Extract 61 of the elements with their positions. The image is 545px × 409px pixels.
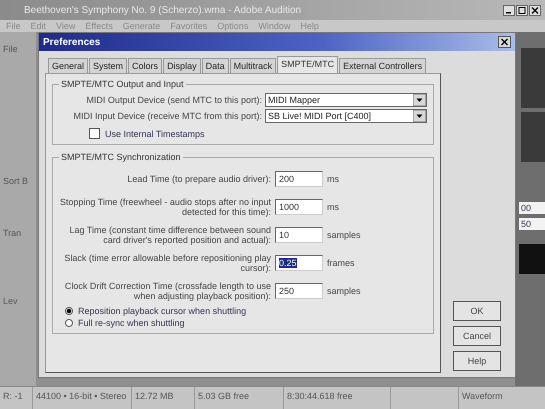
input-field[interactable]: 250 [275, 283, 323, 299]
checkbox[interactable] [89, 128, 100, 139]
dialog-title: Preferences [43, 36, 100, 48]
panel-label: File [2, 44, 19, 54]
input-field[interactable]: 200 [275, 171, 323, 187]
field-label: Lag Time (constant time difference between sound card driver's reported position and actual): [68, 225, 271, 245]
panel-label: Sort B [2, 176, 30, 186]
close-icon[interactable] [498, 36, 511, 48]
field-label: Lead Time (to prepare audio driver): [126, 174, 271, 184]
field-label: Slack (time error allowable before repositioning play cursor): [63, 253, 271, 273]
maximize-icon[interactable] [516, 4, 528, 16]
radio-button[interactable] [65, 319, 73, 327]
dialog-button[interactable]: Cancel [453, 326, 501, 346]
close-icon[interactable] [529, 4, 541, 16]
tab[interactable]: Data [202, 58, 229, 73]
checkbox-label: Use Internal Timestamps [105, 128, 205, 138]
radio-label: Reposition playback cursor when shuttling [78, 306, 246, 316]
radio-button[interactable] [65, 307, 73, 315]
dropdown-arrow-icon[interactable] [413, 110, 426, 122]
unit-label: samples [327, 230, 361, 240]
field-label: MIDI Input Device (receive MTC from this port): [73, 111, 262, 121]
panel-label: Tran [2, 228, 22, 238]
tab[interactable]: Display [163, 58, 201, 73]
unit-label: ms [327, 202, 339, 212]
status-text: R: -1 [0, 387, 33, 409]
tab[interactable]: External Controllers [339, 58, 426, 73]
unit-label: frames [327, 258, 355, 268]
input-field[interactable]: 1000 [275, 199, 323, 215]
field-label: Stopping Time (freewheel - audio stops after no input detected for this time): [59, 197, 271, 217]
status-text: 8:30:44.618 free [284, 387, 391, 409]
field-label: MIDI Output Device (send MTC to this port): [86, 95, 262, 105]
group-title: SMPTE/MTC Synchronization [59, 152, 183, 162]
field-label: Clock Drift Correction Time (crossfade length to use when adjusting playback position): [64, 281, 271, 301]
radio-label: Full re-sync when shuttling [78, 318, 185, 328]
panel-label: Lev [2, 296, 19, 306]
unit-label: ms [327, 174, 339, 184]
tab[interactable]: SMPTE/MTC [277, 56, 338, 73]
status-text: 12.72 MB [132, 387, 195, 409]
dropdown[interactable]: MIDI Mapper [265, 93, 427, 107]
tab[interactable]: Multitrack [230, 58, 276, 73]
window-title: Beethoven's Symphony No. 9 (Scherzo).wma - Adobe Audition [24, 4, 302, 16]
status-text: Waveform [458, 387, 545, 409]
tab[interactable]: Colors [128, 58, 162, 73]
dropdown-arrow-icon[interactable] [413, 94, 426, 106]
value-field[interactable]: 50 [519, 218, 545, 230]
unit-label: samples [327, 286, 361, 296]
dialog-button[interactable]: Help [453, 351, 501, 371]
dropdown[interactable]: SB Live! MIDI Port [C400] [265, 109, 427, 123]
input-field[interactable]: 10 [275, 227, 323, 243]
status-text: 44100 • 16-bit • Stereo [33, 387, 132, 409]
level-meter [519, 244, 545, 274]
status-text: 5.03 GB free [195, 387, 284, 409]
minimize-icon[interactable] [503, 4, 515, 16]
value-field[interactable]: 00 [519, 202, 545, 214]
input-field[interactable]: 0.25 [275, 255, 323, 271]
dark-panel [521, 112, 545, 162]
group-title: SMPTE/MTC Output and Input [59, 79, 186, 89]
tab[interactable]: System [89, 58, 128, 73]
tab[interactable]: General [48, 58, 88, 73]
dialog-button[interactable]: OK [453, 301, 501, 321]
dark-panel [521, 48, 545, 108]
